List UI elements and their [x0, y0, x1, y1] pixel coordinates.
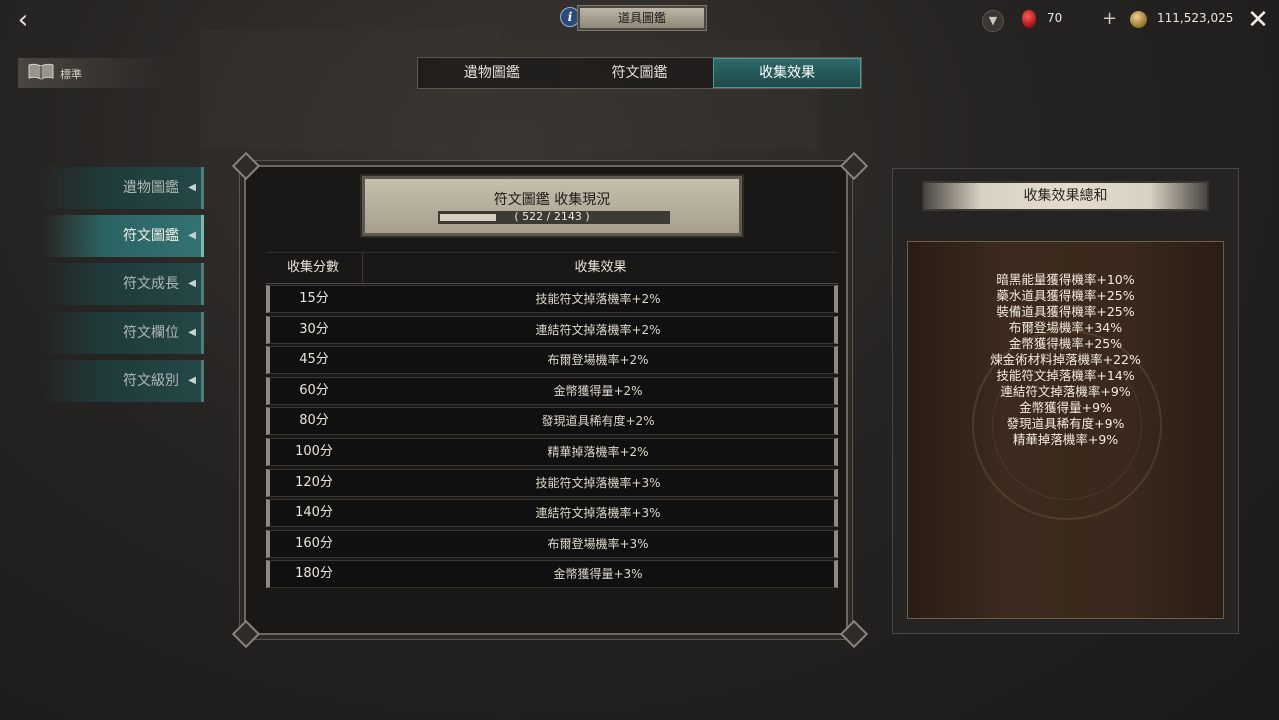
add-gem-button[interactable]: + [1102, 8, 1117, 29]
tab-bar: 遺物圖鑑 符文圖鑑 收集效果 [417, 57, 862, 89]
chevron-left-icon: ◀ [188, 230, 196, 241]
summary-line: 技能符文掉落機率+14% [996, 368, 1135, 383]
table-row: 140分 連結符文掉落機率+3% [266, 499, 838, 528]
summary-line: 連結符文掉落機率+9% [1000, 384, 1131, 399]
sidebar-item-label: 符文圖鑑 [123, 228, 179, 244]
row-effect: 金幣獲得量+2% [553, 383, 643, 398]
collection-effect-list[interactable]: 15分 技能符文掉落機率+2% 30分 連結符文掉落機率+2% 45分 布爾登場機率+2%… [266, 285, 838, 599]
row-effect: 布爾登場機率+2% [547, 353, 649, 368]
summary-line: 金幣獲得機率+25% [1008, 336, 1123, 351]
summary-line: 暗黑能量獲得機率+10% [996, 272, 1135, 287]
info-icon[interactable]: i [560, 7, 580, 27]
summary-line: 裝備道具獲得機率+25% [996, 304, 1135, 319]
summary-line: 藥水道具獲得機率+25% [996, 288, 1135, 303]
tab-relic-codex[interactable]: 遺物圖鑑 [418, 58, 566, 88]
chevron-left-icon: ◀ [188, 278, 196, 289]
row-effect: 金幣獲得量+3% [553, 567, 643, 582]
row-effect: 技能符文掉落機率+2% [535, 292, 661, 306]
row-score: 180分 [295, 566, 333, 582]
summary-line: 精華掉落機率+9% [1012, 432, 1119, 447]
close-button[interactable]: ✕ [1244, 7, 1272, 35]
row-effect: 連結符文掉落機率+3% [535, 506, 661, 521]
sidebar-item-rune-slot[interactable]: 符文欄位 ◀ [42, 312, 204, 354]
summary-title: 收集效果總和 [922, 181, 1209, 211]
row-score: 45分 [299, 352, 329, 368]
status-title: 符文圖鑑 收集現況 [493, 192, 611, 208]
row-score: 80分 [299, 413, 329, 429]
table-row: 120分 技能符文掉落機率+3% [266, 468, 838, 497]
table-row: 30分 連結符文掉落機率+2% [266, 315, 838, 344]
chevron-down-icon[interactable]: ▼ [982, 10, 1004, 32]
table-row: 45分 布爾登場機率+2% [266, 346, 838, 375]
row-effect: 布爾登場機率+3% [547, 536, 649, 551]
sidebar-item-rune-growth[interactable]: 符文成長 ◀ [42, 263, 204, 305]
table-header: 收集分數 收集效果 [266, 252, 838, 284]
red-gem-icon [1022, 10, 1036, 28]
tab-collection-effect[interactable]: 收集效果 [713, 58, 862, 88]
row-effect: 技能符文掉落機率+3% [535, 475, 661, 490]
gold-coin-icon [1130, 11, 1147, 28]
row-score: 100分 [295, 443, 333, 459]
summary-line: 布爾登場機率+34% [1008, 320, 1123, 335]
mode-label: 標準 [60, 68, 82, 81]
row-score: 120分 [295, 474, 333, 490]
sidebar-item-label: 符文級別 [123, 373, 179, 389]
row-score: 30分 [299, 321, 329, 337]
sidebar-item-label: 符文成長 [123, 276, 179, 292]
sidebar-item-label: 符文欄位 [123, 325, 179, 341]
table-row: 15分 技能符文掉落機率+2% [266, 285, 838, 313]
background-shelf [200, 30, 500, 150]
table-row: 80分 發現道具稀有度+2% [266, 407, 838, 436]
sidebar-item-rune-grade[interactable]: 符文級別 ◀ [42, 360, 204, 402]
table-row: 160分 布爾登場機率+3% [266, 529, 838, 558]
summary-effect-list: 暗黑能量獲得機率+10% 藥水道具獲得機率+25% 裝備道具獲得機率+25% 布爾登場… [907, 272, 1224, 448]
row-score: 140分 [295, 505, 333, 521]
tab-rune-codex[interactable]: 符文圖鑑 [566, 58, 714, 88]
summary-line: 煉金術材料掉落機率+22% [990, 352, 1141, 367]
sidebar-item-rune-codex[interactable]: 符文圖鑑 ◀ [42, 215, 204, 257]
chevron-left-icon: ◀ [188, 327, 196, 338]
gem-count: 70 [1047, 11, 1063, 25]
back-button[interactable]: ‹ [10, 7, 36, 34]
sidebar-item-label: 遺物圖鑑 [123, 180, 179, 196]
chevron-left-icon: ◀ [188, 375, 196, 386]
table-row: 180分 金幣獲得量+3% [266, 560, 838, 589]
summary-line: 金幣獲得量+9% [1019, 400, 1112, 415]
summary-line: 發現道具稀有度+9% [1006, 416, 1125, 431]
page-title: 道具圖鑑 [578, 6, 706, 30]
row-score: 60分 [299, 382, 329, 398]
table-row: 100分 精華掉落機率+2% [266, 437, 838, 466]
sidebar-item-relic-codex[interactable]: 遺物圖鑑 ◀ [42, 167, 204, 209]
column-header-score: 收集分數 [286, 260, 339, 275]
chevron-left-icon: ◀ [188, 182, 196, 193]
row-score: 160分 [295, 535, 333, 551]
table-row: 60分 金幣獲得量+2% [266, 376, 838, 405]
row-effect: 精華掉落機率+2% [547, 444, 649, 459]
open-book-icon [28, 63, 54, 80]
column-header-effect: 收集效果 [362, 253, 838, 283]
row-effect: 發現道具稀有度+2% [541, 414, 655, 429]
gold-count: 111,523,025 [1157, 11, 1234, 25]
progress-text: ( 522 / 2143 ) [514, 210, 590, 223]
row-score: 15分 [299, 291, 329, 306]
collection-status-plate: 符文圖鑑 收集現況 ( 522 / 2143 ) [362, 176, 742, 236]
row-effect: 連結符文掉落機率+2% [535, 322, 661, 337]
